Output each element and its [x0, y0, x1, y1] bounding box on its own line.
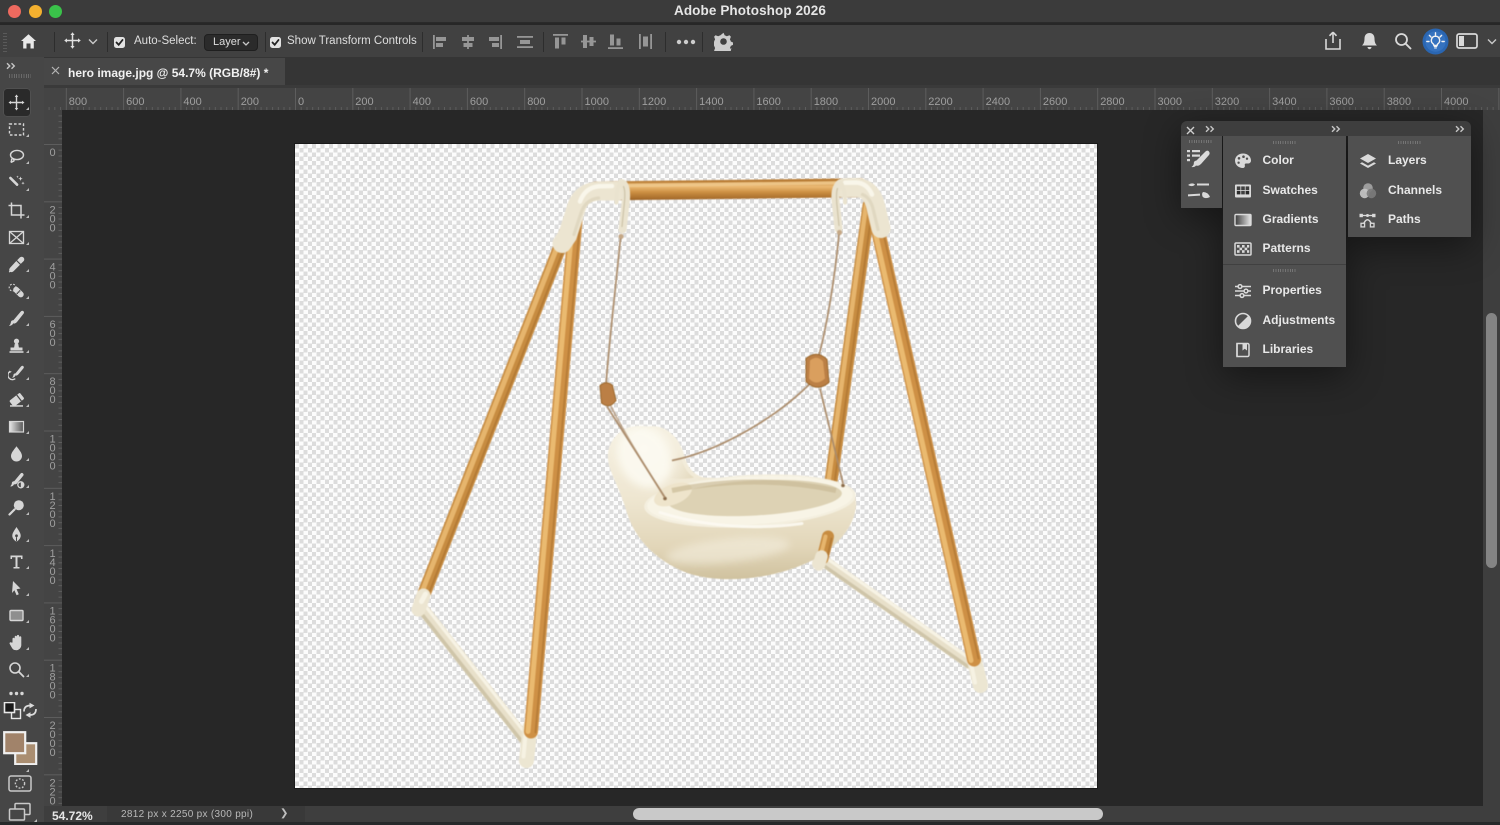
svg-text:200: 200 [241, 96, 259, 108]
svg-text:0: 0 [298, 96, 304, 108]
svg-text:2800: 2800 [1100, 96, 1124, 108]
svg-text:200: 200 [49, 204, 55, 234]
svg-text:3000: 3000 [1158, 96, 1182, 108]
svg-text:1400: 1400 [699, 96, 723, 108]
svg-text:1000: 1000 [585, 96, 609, 108]
svg-text:2000: 2000 [871, 96, 895, 108]
svg-text:3800: 3800 [1387, 96, 1411, 108]
svg-text:1000: 1000 [49, 434, 55, 473]
svg-text:3400: 3400 [1272, 96, 1296, 108]
svg-text:400: 400 [183, 96, 201, 108]
svg-text:2200: 2200 [49, 777, 55, 806]
svg-text:1600: 1600 [49, 605, 55, 644]
svg-text:4000: 4000 [1444, 96, 1468, 108]
svg-text:1200: 1200 [49, 491, 55, 530]
svg-text:800: 800 [49, 376, 55, 406]
svg-text:600: 600 [126, 96, 144, 108]
svg-text:2000: 2000 [49, 720, 55, 759]
svg-text:1800: 1800 [814, 96, 838, 108]
svg-text:1800: 1800 [49, 663, 55, 702]
svg-text:1200: 1200 [642, 96, 666, 108]
svg-text:0: 0 [49, 147, 55, 159]
svg-text:600: 600 [470, 96, 488, 108]
svg-text:2200: 2200 [928, 96, 952, 108]
svg-text:200: 200 [355, 96, 373, 108]
svg-text:800: 800 [527, 96, 545, 108]
svg-text:800: 800 [69, 96, 87, 108]
svg-text:400: 400 [413, 96, 431, 108]
svg-text:2600: 2600 [1043, 96, 1067, 108]
svg-text:3200: 3200 [1215, 96, 1239, 108]
svg-text:600: 600 [49, 319, 55, 349]
svg-text:1400: 1400 [49, 548, 55, 587]
svg-text:1600: 1600 [756, 96, 780, 108]
svg-text:2400: 2400 [986, 96, 1010, 108]
svg-text:400: 400 [49, 262, 55, 292]
svg-text:3600: 3600 [1329, 96, 1353, 108]
